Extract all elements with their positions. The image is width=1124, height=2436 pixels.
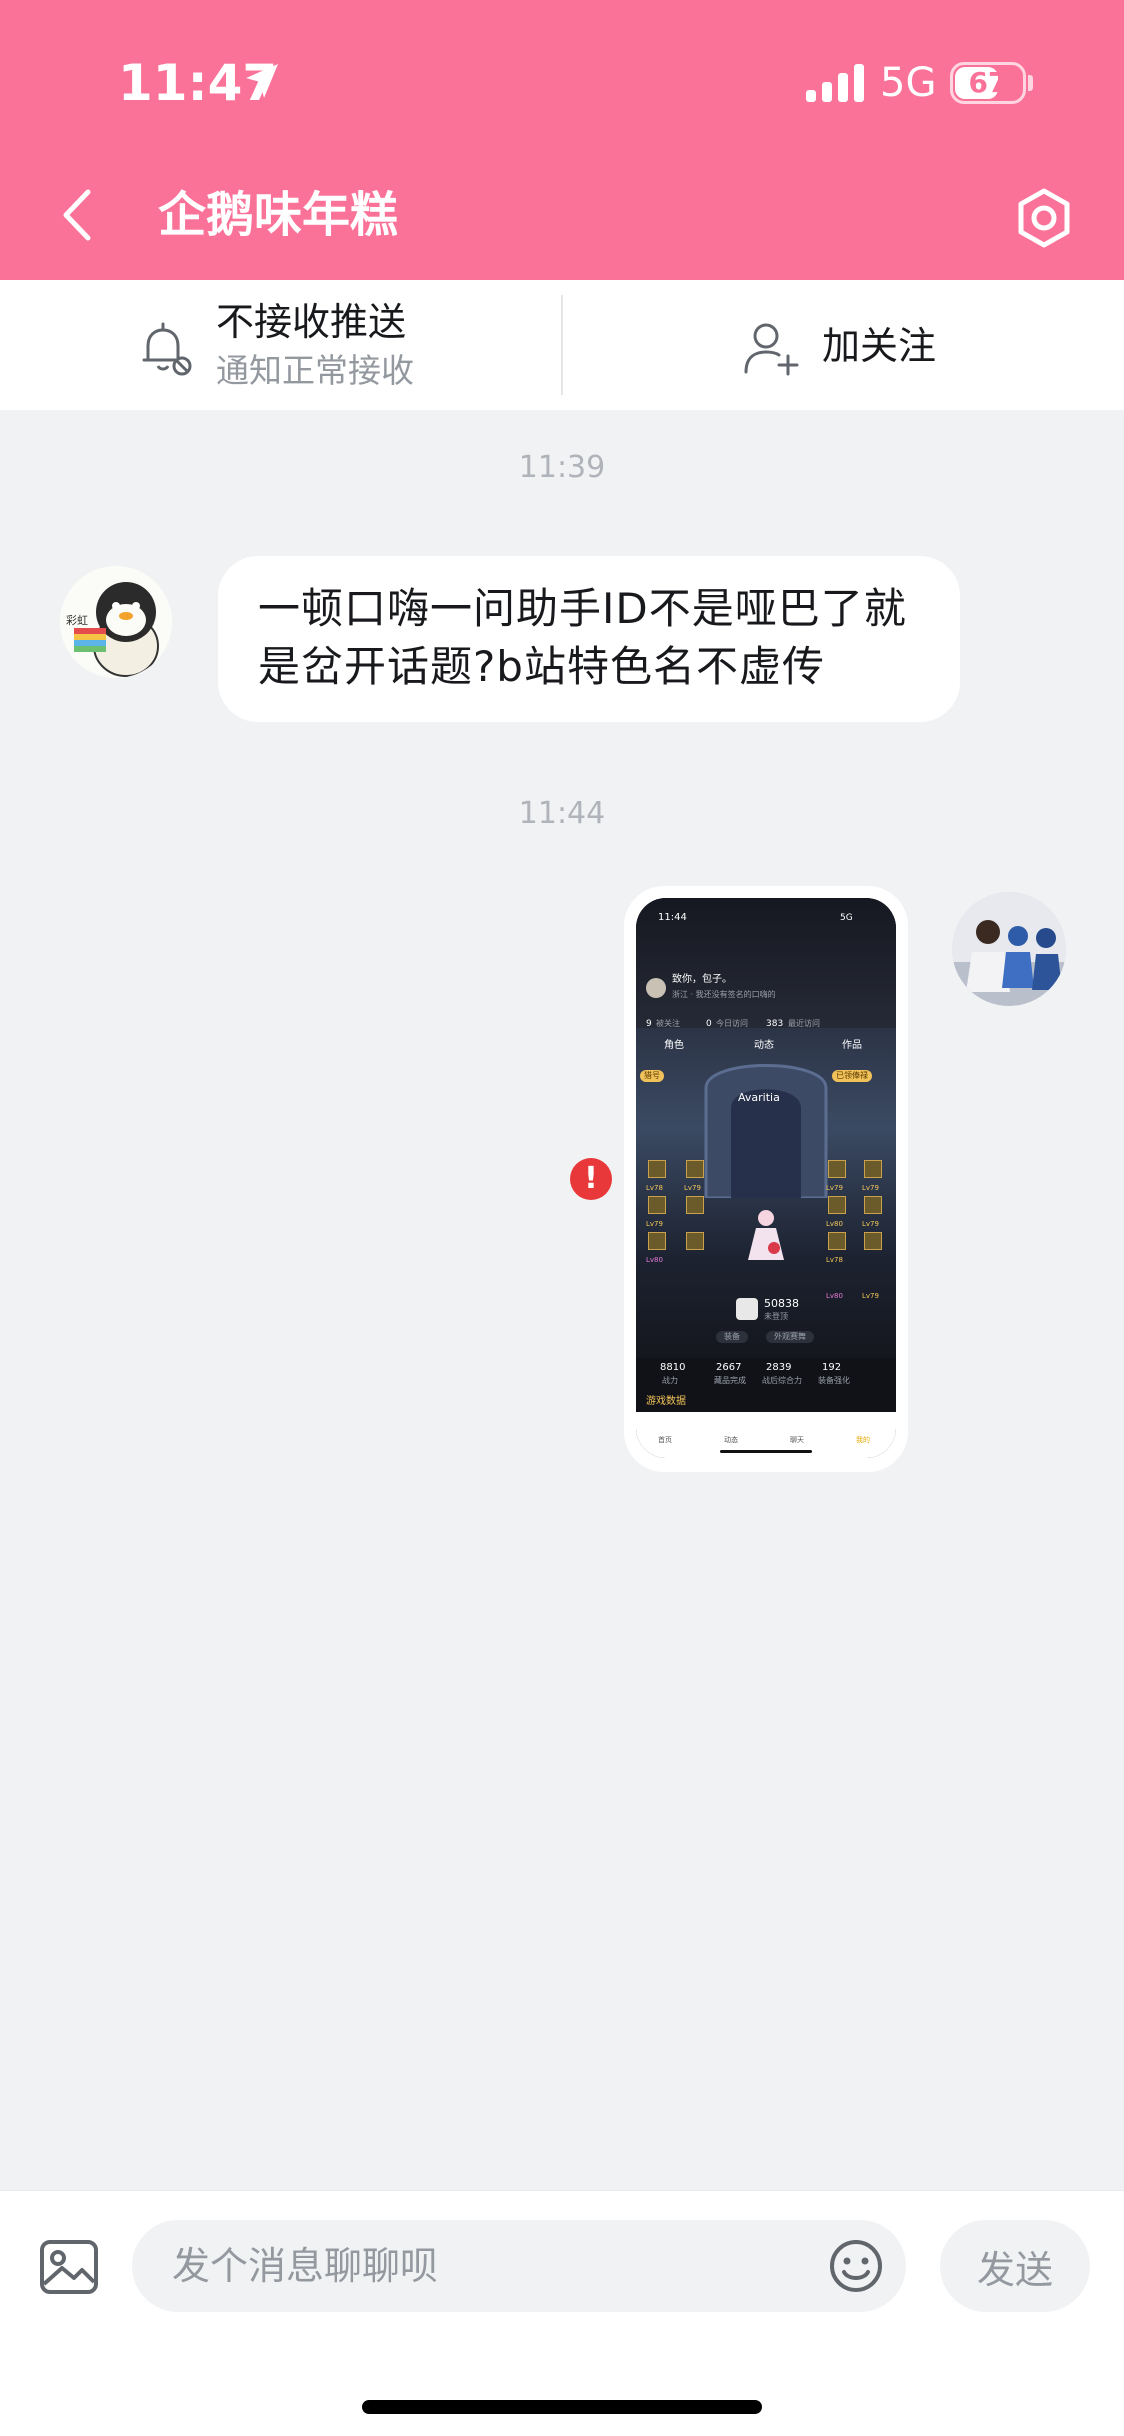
signal-icon (806, 64, 866, 108)
message-input[interactable] (132, 2220, 906, 2312)
level-tag: Lv80 (826, 1220, 843, 1228)
shot-home-indicator (720, 1450, 812, 1453)
level-tag: Lv79 (646, 1220, 663, 1228)
shot-bottom-stat: 2839 (766, 1362, 792, 1373)
location-arrow-icon (242, 60, 282, 108)
level-tag: Lv79 (826, 1184, 843, 1192)
screenshot-thumbnail: 11:44 5G 致你，包子。 浙江 · 我还没有签名的口嗨的 9 被关注 0 … (636, 898, 896, 1458)
shot-tab: 动态 (754, 1040, 774, 1051)
image-icon (40, 2240, 98, 2294)
image-picker-button[interactable] (38, 2236, 100, 2302)
level-tag: Lv78 (826, 1256, 843, 1264)
avatar[interactable] (952, 892, 1066, 1006)
equipment-slot (828, 1160, 846, 1178)
shot-score: 50838 (764, 1297, 799, 1310)
message-bubble[interactable]: 一顿口嗨一问助手ID不是哑巴了就是岔开话题?b站特色名不虚传 (218, 556, 960, 722)
back-button[interactable] (52, 180, 102, 250)
send-failed-icon[interactable]: ! (570, 1158, 612, 1200)
battery-cap (1028, 75, 1033, 91)
gear-icon (1018, 188, 1070, 248)
shot-network: 5G (840, 913, 853, 923)
shot-stat-label: 被关注 (656, 1019, 680, 1028)
level-tag: Lv79 (862, 1184, 879, 1192)
shot-section-label: 游戏数据 (646, 1396, 686, 1407)
equipment-slot (864, 1196, 882, 1214)
avatar-caption: 彩虹 (66, 614, 88, 627)
shot-bottom-stat: 192 (822, 1362, 842, 1373)
shot-left-badge: 猎号 (640, 1070, 664, 1082)
push-label: 不接收推送 (216, 300, 407, 344)
shot-button: 装备 (716, 1331, 748, 1343)
equipment-slot (828, 1232, 846, 1250)
shot-right-badge: 已领俸禄 (832, 1070, 872, 1082)
send-button[interactable]: 发送 (940, 2220, 1090, 2312)
level-tag: Lv80 (826, 1292, 843, 1300)
user-photo-avatar-icon (952, 892, 1066, 1006)
shot-tab: 角色 (664, 1040, 684, 1051)
shot-bottom-label: 战后综合力 (762, 1376, 802, 1385)
shot-bottom-label: 藏品完成 (714, 1376, 746, 1385)
battery-value: 67 (968, 66, 1008, 99)
shot-stat-label: 最近访问 (788, 1019, 820, 1028)
penguin-avatar-icon: 彩虹 (60, 566, 172, 678)
bell-off-icon (136, 318, 196, 382)
level-tag: Lv80 (646, 1256, 663, 1264)
settings-button[interactable] (1012, 186, 1076, 254)
message-timestamp: 11:39 (518, 450, 606, 485)
chevron-left-icon (63, 189, 91, 241)
shot-nav-item: 动态 (724, 1436, 738, 1444)
shot-nav-item: 聊天 (790, 1436, 804, 1444)
shot-bottom-stat: 2667 (716, 1362, 742, 1373)
score-icon (736, 1298, 758, 1320)
equipment-slot (686, 1196, 704, 1214)
emoji-button[interactable] (826, 2236, 886, 2300)
equipment-slot (686, 1160, 704, 1178)
equipment-slot (828, 1196, 846, 1214)
shot-character-name: Avaritia (738, 1091, 780, 1104)
equipment-slot (648, 1160, 666, 1178)
battery-icon: 67 (950, 62, 1026, 104)
add-user-icon (742, 318, 802, 382)
shot-button: 外观赛舞 (766, 1331, 814, 1343)
home-indicator (362, 2400, 762, 2414)
avatar[interactable]: 彩虹 (60, 566, 172, 678)
message-timestamp: 11:44 (518, 796, 606, 831)
shot-tab: 作品 (842, 1040, 862, 1051)
equipment-slot (864, 1160, 882, 1178)
level-tag: Lv79 (684, 1184, 701, 1192)
shot-stat-value: 9 (646, 1019, 652, 1029)
emoji-icon (830, 2240, 882, 2292)
equipment-slot (648, 1196, 666, 1214)
follow-label: 加关注 (822, 324, 937, 368)
shot-bottom-label: 装备强化 (818, 1376, 850, 1385)
level-tag: Lv79 (862, 1220, 879, 1228)
level-tag: Lv78 (646, 1184, 663, 1192)
character-figure-icon (748, 1210, 784, 1260)
shot-avatar (646, 978, 666, 998)
network-label: 5G (880, 60, 937, 106)
shot-nav-item: 我的 (856, 1436, 870, 1444)
shot-nav-item: 首页 (658, 1436, 672, 1444)
chat-title: 企鹅味年糕 (158, 187, 399, 243)
shot-time: 11:44 (658, 912, 687, 923)
shot-stat-value: 0 (706, 1019, 712, 1029)
level-tag: Lv79 (862, 1292, 879, 1300)
shot-stat-label: 今日访问 (716, 1019, 748, 1028)
shot-bottom-label: 战力 (662, 1376, 678, 1385)
shot-score-label: 未登顶 (764, 1312, 788, 1321)
push-sublabel: 通知正常接收 (216, 351, 414, 390)
image-message[interactable]: 11:44 5G 致你，包子。 浙江 · 我还没有签名的口嗨的 9 被关注 0 … (624, 886, 908, 1472)
shot-stat-value: 383 (766, 1019, 784, 1029)
shot-bio: 浙江 · 我还没有签名的口嗨的 (672, 990, 776, 999)
equipment-slot (686, 1232, 704, 1250)
equipment-slot (648, 1232, 666, 1250)
equipment-slot (864, 1232, 882, 1250)
shot-name: 致你，包子。 (672, 974, 732, 985)
shot-bottom-stat: 8810 (660, 1362, 686, 1373)
